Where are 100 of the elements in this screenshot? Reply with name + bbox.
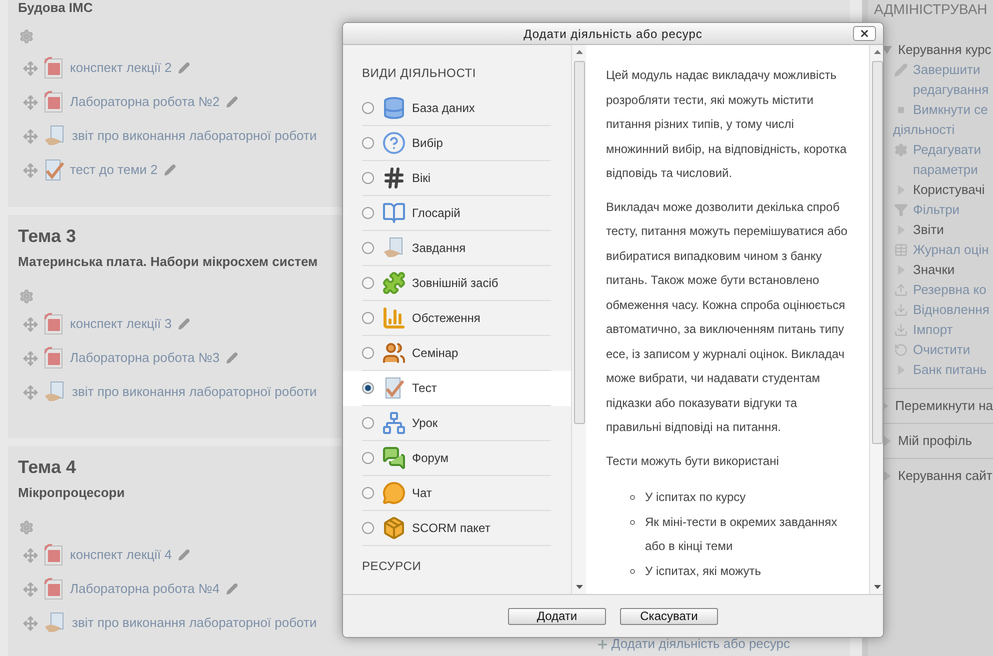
- tree-node[interactable]: Мій профіль: [898, 431, 972, 451]
- activity-option[interactable]: Глосарій: [343, 196, 571, 231]
- add-activity-link[interactable]: Додати діяльність або ресурс: [611, 634, 790, 654]
- scrollbar[interactable]: [571, 45, 586, 594]
- move-handle-icon[interactable]: [23, 60, 38, 76]
- forum-icon: [382, 446, 406, 470]
- activity-link[interactable]: тест до теми 2: [70, 160, 158, 180]
- pdf-icon: [44, 544, 64, 566]
- collapsed-triangle-icon[interactable]: [882, 471, 892, 481]
- radio-button[interactable]: [362, 487, 374, 499]
- activity-link[interactable]: конспект лекції 4: [70, 545, 172, 565]
- radio-button[interactable]: [362, 312, 374, 324]
- description-paragraph: Викладач може дозволити декілька спроб тесту, питання можуть перемішуватися або вибиратися випадковим чином з банку питань. Також може бути встановлено обмеження часу. Кожна спроба оцінюється автоматично, за виключенням питань типу есе, із записом у журналі оцінок. Викладач може вибрати, чи надавати студентам підказки або показувати відгуки та правильні відповіді на питання.: [606, 198, 848, 436]
- tree-node[interactable]: Користувачі: [913, 180, 993, 200]
- activity-link[interactable]: звіт про виконання лабораторної роботи: [72, 126, 317, 146]
- activity-option[interactable]: Вибір: [343, 126, 571, 161]
- tree-node[interactable]: Звіти: [913, 220, 993, 240]
- move-handle-icon[interactable]: [23, 128, 38, 144]
- list-item: У іспитах по курсу: [645, 489, 746, 506]
- activity-option[interactable]: Тест: [343, 371, 571, 406]
- pdf-icon: [44, 313, 64, 335]
- radio-button[interactable]: [362, 382, 374, 394]
- activity-link[interactable]: звіт про виконання лабораторної роботи: [72, 613, 317, 633]
- activity-option[interactable]: Чат: [343, 476, 571, 511]
- tree-node[interactable]: Керування курс: [898, 40, 992, 60]
- dialog-button[interactable]: Додати: [508, 608, 606, 624]
- section-summary: Мікропроцесори: [18, 484, 125, 502]
- pdf-icon: [44, 347, 64, 369]
- activity-link[interactable]: Лабораторна робота №2: [70, 92, 220, 112]
- question-icon: [382, 131, 406, 155]
- activity-link[interactable]: конспект лекції 3: [70, 314, 172, 334]
- pencil-icon: [894, 63, 908, 77]
- move-handle-icon[interactable]: [23, 162, 38, 178]
- activity-option[interactable]: База даних: [343, 91, 571, 126]
- radio-button[interactable]: [362, 242, 374, 254]
- tree-node[interactable]: Керування сайт: [898, 466, 992, 486]
- assignment-icon: [44, 612, 66, 634]
- settings-icon[interactable]: [19, 288, 34, 304]
- radio-button[interactable]: [362, 452, 374, 464]
- move-handle-icon[interactable]: [23, 616, 38, 630]
- list-item: У іспитах, які можуть: [645, 562, 761, 580]
- move-handle-icon[interactable]: [23, 548, 38, 562]
- radio-button[interactable]: [362, 277, 374, 289]
- description-paragraph: Тести можуть бути використані: [606, 452, 780, 470]
- filter-icon: [894, 203, 908, 217]
- group-heading: РЕСУРСИ: [361, 558, 422, 574]
- activity-link[interactable]: Лабораторна робота №4: [70, 579, 220, 599]
- edit-icon[interactable]: [178, 318, 190, 330]
- radio-button[interactable]: [362, 172, 374, 184]
- move-handle-icon[interactable]: [23, 582, 38, 596]
- move-handle-icon[interactable]: [23, 94, 38, 110]
- activity-link[interactable]: Лабораторна робота №3: [70, 348, 220, 368]
- settings-icon: [894, 143, 908, 157]
- activity-option[interactable]: Завдання: [343, 231, 571, 266]
- close-icon: [859, 28, 870, 39]
- activity-link[interactable]: конспект лекції 2: [70, 58, 172, 78]
- dialog-button[interactable]: Скасувати: [620, 608, 718, 624]
- reset-icon: [894, 343, 908, 357]
- activity-option[interactable]: Форум: [343, 441, 571, 476]
- pdf-icon: [44, 91, 64, 113]
- move-handle-icon[interactable]: [23, 350, 38, 366]
- section-summary: Будова ІМС: [18, 0, 93, 16]
- tree-node[interactable]: Значки: [913, 260, 993, 280]
- assignment-icon: [383, 237, 405, 259]
- activity-option[interactable]: Обстеження: [343, 301, 571, 336]
- edit-icon[interactable]: [178, 549, 190, 561]
- plus-icon: [596, 638, 610, 650]
- radio-button[interactable]: [362, 102, 374, 114]
- activity-option[interactable]: Вікі: [343, 161, 571, 196]
- move-handle-icon[interactable]: [23, 316, 38, 332]
- radio-button[interactable]: [362, 137, 374, 149]
- tree-node[interactable]: Перемикнути на: [895, 396, 993, 416]
- edit-icon[interactable]: [226, 583, 238, 595]
- quiz-icon: [44, 159, 64, 181]
- assignment-icon: [44, 125, 66, 147]
- radio-button[interactable]: [362, 522, 374, 534]
- settings-icon[interactable]: [19, 520, 34, 534]
- edit-icon[interactable]: [178, 62, 190, 74]
- scrollbar[interactable]: [869, 45, 883, 594]
- close-button[interactable]: [853, 26, 876, 41]
- edit-icon[interactable]: [226, 96, 238, 108]
- bullet-icon: [630, 568, 635, 574]
- bar-chart-icon: [382, 306, 406, 330]
- expanded-triangle-icon[interactable]: [882, 45, 892, 55]
- radio-button[interactable]: [362, 347, 374, 359]
- activity-link[interactable]: звіт про виконання лабораторної роботи: [72, 382, 317, 402]
- collapsed-triangle-icon[interactable]: [882, 436, 892, 446]
- chat-icon: [382, 481, 406, 505]
- settings-icon[interactable]: [19, 28, 34, 44]
- move-handle-icon[interactable]: [23, 384, 38, 400]
- database-icon: [382, 96, 406, 120]
- edit-icon[interactable]: [226, 352, 238, 364]
- activity-option[interactable]: Урок: [343, 406, 571, 441]
- section-title: Тема 4: [18, 456, 76, 478]
- radio-button[interactable]: [362, 417, 374, 429]
- radio-button[interactable]: [362, 207, 374, 219]
- activity-option[interactable]: Зовнішній засіб: [343, 266, 571, 301]
- edit-icon[interactable]: [164, 164, 176, 176]
- group-heading: ВИДИ ДІЯЛЬНОСТІ: [361, 65, 478, 81]
- activity-option[interactable]: SCORM пакет: [343, 511, 571, 546]
